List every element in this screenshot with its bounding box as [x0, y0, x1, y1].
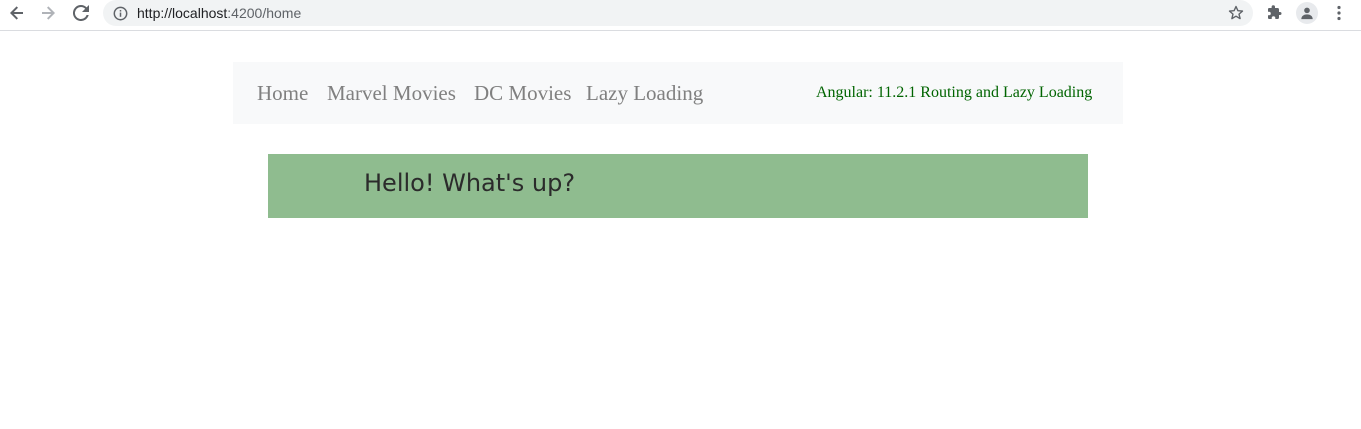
- nav-link-lazy-loading[interactable]: Lazy Loading: [586, 81, 703, 106]
- browser-menu-icon[interactable]: [1326, 3, 1352, 23]
- reload-icon[interactable]: [68, 3, 94, 23]
- app-navbar: Home Marvel Movies DC Movies Lazy Loadin…: [233, 62, 1123, 124]
- nav-link-marvel-movies[interactable]: Marvel Movies: [327, 81, 456, 106]
- forward-arrow-icon[interactable]: [35, 3, 61, 23]
- nav-link-home[interactable]: Home: [257, 81, 308, 106]
- back-arrow-icon[interactable]: [4, 3, 30, 23]
- site-info-icon[interactable]: [111, 4, 129, 22]
- browser-toolbar: http://localhost:4200/home: [0, 0, 1361, 31]
- url-host: http://localhost: [137, 5, 228, 21]
- nav-link-dc-movies[interactable]: DC Movies: [474, 81, 571, 106]
- url-path: :4200/home: [227, 5, 302, 21]
- url-text: http://localhost:4200/home: [137, 5, 301, 21]
- home-banner: Hello! What's up?: [268, 154, 1088, 218]
- bookmark-star-icon[interactable]: [1227, 4, 1245, 22]
- address-bar[interactable]: http://localhost:4200/home: [103, 0, 1253, 26]
- extensions-icon[interactable]: [1262, 3, 1288, 23]
- banner-greeting: Hello! What's up?: [364, 169, 576, 197]
- profile-avatar-icon[interactable]: [1296, 2, 1318, 24]
- navbar-brand: Angular: 11.2.1 Routing and Lazy Loading: [816, 84, 1093, 101]
